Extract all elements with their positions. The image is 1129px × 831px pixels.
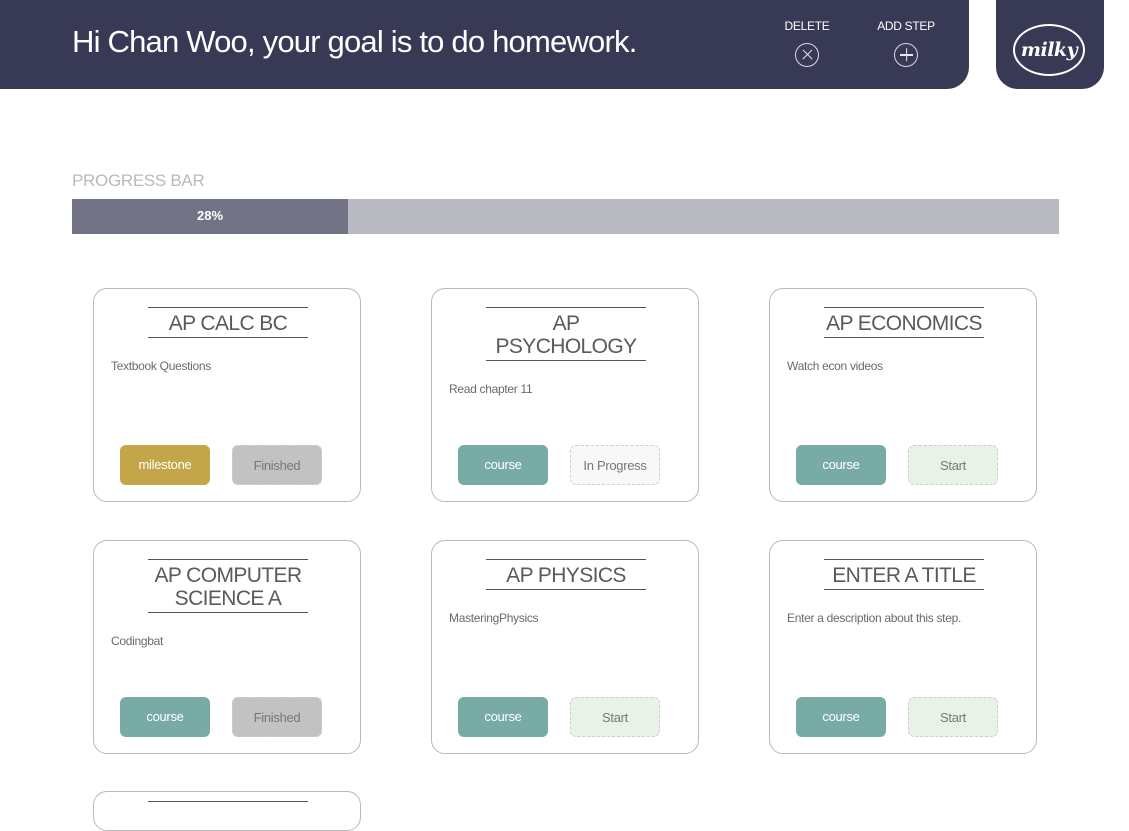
card-title-line: PSYCHOLOGY — [495, 335, 637, 358]
step-card[interactable]: AP CALC BC Textbook Questions milestone Fin… — [93, 288, 361, 502]
step-status-button[interactable]: Start — [908, 697, 998, 737]
step-type-button[interactable]: course — [458, 697, 548, 737]
step-status-button[interactable]: Start — [908, 445, 998, 485]
close-circle-icon[interactable] — [795, 43, 819, 67]
card-title-line: AP COMPUTER — [154, 564, 302, 587]
step-card[interactable]: AP COMPUTER SCIENCE A Codingbat course Finis… — [93, 540, 361, 754]
step-status-button[interactable]: Finished — [232, 697, 322, 737]
step-type-button[interactable]: milestone — [120, 445, 210, 485]
card-description[interactable]: Codingbat — [111, 634, 163, 648]
step-status-button[interactable]: Start — [570, 697, 660, 737]
progress-bar-label: PROGRESS BAR — [72, 171, 205, 190]
add-step-button[interactable]: ADD STEP — [856, 18, 956, 67]
card-title[interactable]: AP PSYCHOLOGY — [486, 307, 646, 361]
step-card-partial[interactable] — [93, 791, 361, 831]
milky-logo[interactable]: milky — [1013, 24, 1085, 76]
step-type-button[interactable]: course — [120, 697, 210, 737]
card-title-line: AP ECONOMICS — [826, 312, 982, 335]
card-title[interactable]: AP PHYSICS — [486, 559, 646, 590]
card-description[interactable]: Read chapter 11 — [449, 382, 533, 396]
card-description[interactable]: MasteringPhysics — [449, 611, 539, 625]
card-title[interactable]: ENTER A TITLE — [824, 559, 984, 590]
step-status-button[interactable]: In Progress — [570, 445, 660, 485]
step-card[interactable]: AP PHYSICS MasteringPhysics course Start — [431, 540, 699, 754]
card-title-line: SCIENCE A — [174, 587, 282, 610]
step-card[interactable]: AP PSYCHOLOGY Read chapter 11 course In Prog… — [431, 288, 699, 502]
goal-greeting: Hi Chan Woo, your goal is to do homework… — [72, 24, 637, 59]
card-title[interactable]: AP CALC BC — [148, 307, 308, 338]
delete-button[interactable]: DELETE — [757, 18, 857, 67]
step-card[interactable]: AP ECONOMICS Watch econ videos course Start — [769, 288, 1037, 502]
card-title-line: AP PHYSICS — [506, 564, 626, 587]
card-title-line: AP — [552, 312, 580, 335]
step-type-button[interactable]: course — [796, 697, 886, 737]
progress-percent: 28% — [196, 208, 224, 223]
plus-circle-icon[interactable] — [894, 43, 918, 67]
step-card[interactable]: ENTER A TITLE Enter a description about t… — [769, 540, 1037, 754]
step-status-button[interactable]: Finished — [232, 445, 322, 485]
logo-container[interactable]: milky — [996, 0, 1104, 89]
card-description[interactable]: Enter a description about this step. — [787, 611, 961, 625]
add-step-label: ADD STEP — [877, 19, 935, 33]
card-description[interactable]: Textbook Questions — [111, 359, 211, 373]
top-header: Hi Chan Woo, your goal is to do homework… — [0, 0, 969, 89]
progress-bar: 28% — [72, 199, 1059, 234]
card-description[interactable]: Watch econ videos — [787, 359, 883, 373]
card-title-line: ENTER A TITLE — [832, 564, 976, 587]
card-title[interactable]: AP ECONOMICS — [824, 307, 984, 338]
step-type-button[interactable]: course — [458, 445, 548, 485]
delete-label: DELETE — [784, 19, 830, 33]
step-type-button[interactable]: course — [796, 445, 886, 485]
card-title-line: AP CALC BC — [168, 312, 288, 335]
card-title[interactable]: AP COMPUTER SCIENCE A — [148, 559, 308, 613]
